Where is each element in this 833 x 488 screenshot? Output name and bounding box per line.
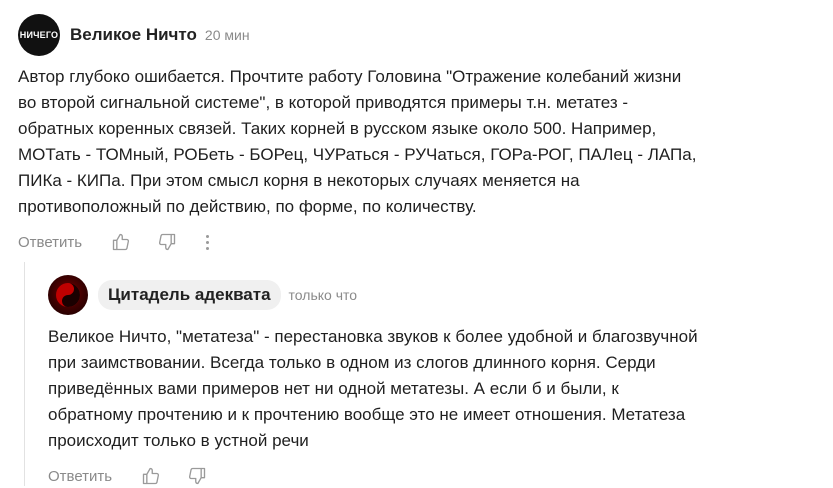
- thumbs-down-icon[interactable]: [186, 465, 208, 487]
- thread-line: [24, 262, 25, 486]
- thumbs-down-icon[interactable]: [156, 231, 178, 253]
- comment: НИЧЕГО Великое Ничто 20 мин Автор глубок…: [18, 12, 818, 254]
- comment-actions: Ответить: [18, 230, 818, 254]
- reply-button[interactable]: Ответить: [48, 468, 112, 485]
- comment-text: Автор глубоко ошибается. Прочтите работу…: [18, 67, 697, 216]
- author-name: Цитадель адеквата: [108, 285, 271, 304]
- more-vertical-icon[interactable]: [202, 231, 212, 253]
- avatar[interactable]: [48, 275, 88, 315]
- comment-time: 20 мин: [204, 27, 250, 43]
- reply-header: Цитадель адеквата только что: [48, 272, 828, 318]
- reply-comment: Цитадель адеквата только что Великое Нич…: [48, 272, 828, 488]
- reply-text: Великое Ничто, "метатеза" - перестановка…: [48, 327, 698, 450]
- reply-actions: Ответить: [48, 464, 828, 488]
- comment-header: НИЧЕГО Великое Ничто 20 мин: [18, 12, 818, 58]
- avatar-text: НИЧЕГО: [19, 30, 59, 40]
- author-pill[interactable]: Цитадель адеквата: [98, 280, 281, 310]
- thumbs-up-icon[interactable]: [110, 231, 132, 253]
- avatar[interactable]: НИЧЕГО: [18, 14, 60, 56]
- yin-yang-icon: [56, 283, 80, 307]
- reply-time: только что: [288, 287, 358, 303]
- thumbs-up-icon[interactable]: [140, 465, 162, 487]
- author-name[interactable]: Великое Ничто: [70, 25, 197, 45]
- reply-button[interactable]: Ответить: [18, 234, 82, 251]
